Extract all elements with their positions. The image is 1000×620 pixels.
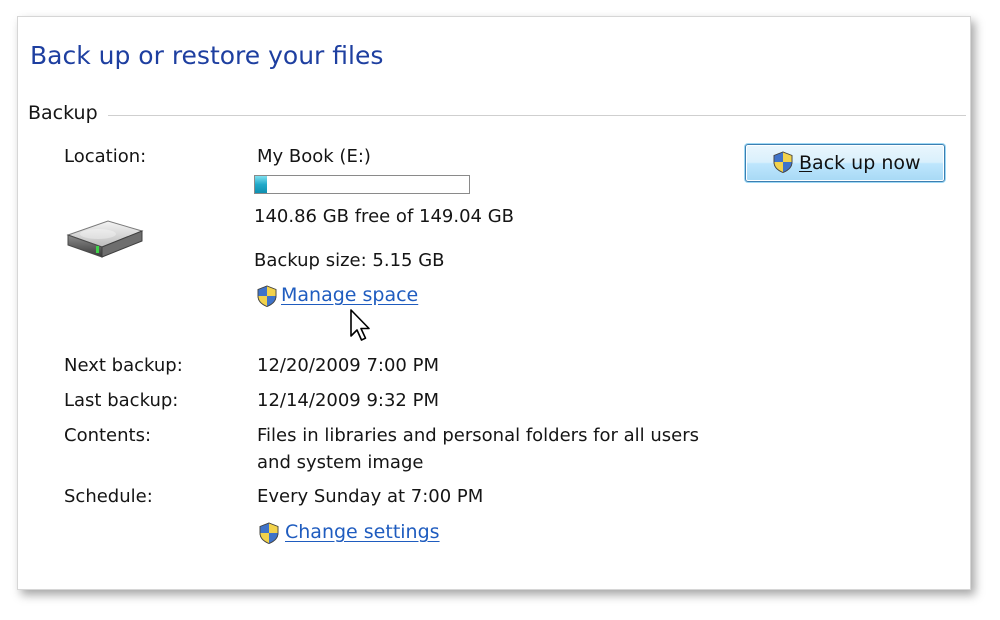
backup-section-label: Backup — [28, 102, 98, 124]
last-backup-value: 12/14/2009 9:32 PM — [257, 390, 439, 411]
disk-usage-bar — [254, 175, 470, 194]
uac-shield-icon — [773, 151, 793, 173]
backup-restore-panel: Back up or restore your files Backup Loc… — [17, 16, 971, 590]
accelerator-key: B — [799, 152, 813, 174]
free-space-text: 140.86 GB free of 149.04 GB — [254, 206, 515, 227]
contents-label: Contents: — [64, 425, 152, 446]
page-title: Back up or restore your files — [30, 41, 384, 70]
change-settings-link[interactable]: Change settings — [285, 521, 440, 543]
mouse-pointer-icon — [350, 309, 370, 341]
uac-shield-icon — [259, 522, 279, 544]
uac-shield-icon — [257, 285, 277, 307]
back-up-now-label: Back up now — [799, 152, 921, 174]
last-backup-label: Last backup: — [64, 390, 179, 411]
disk-usage-fill — [255, 176, 267, 193]
schedule-value: Every Sunday at 7:00 PM — [257, 486, 484, 507]
external-drive-icon — [66, 220, 144, 258]
location-label: Location: — [64, 146, 147, 167]
section-divider — [108, 115, 966, 116]
contents-line-1: Files in libraries and personal folders … — [257, 425, 700, 446]
location-value: My Book (E:) — [257, 146, 371, 167]
button-label-rest: ack up now — [812, 152, 921, 174]
next-backup-label: Next backup: — [64, 355, 183, 376]
next-backup-value: 12/20/2009 7:00 PM — [257, 355, 439, 376]
contents-line-2: and system image — [257, 452, 424, 473]
back-up-now-button[interactable]: Back up now — [745, 144, 945, 182]
backup-size-text: Backup size: 5.15 GB — [254, 250, 445, 271]
manage-space-link[interactable]: Manage space — [281, 284, 418, 306]
schedule-label: Schedule: — [64, 486, 153, 507]
